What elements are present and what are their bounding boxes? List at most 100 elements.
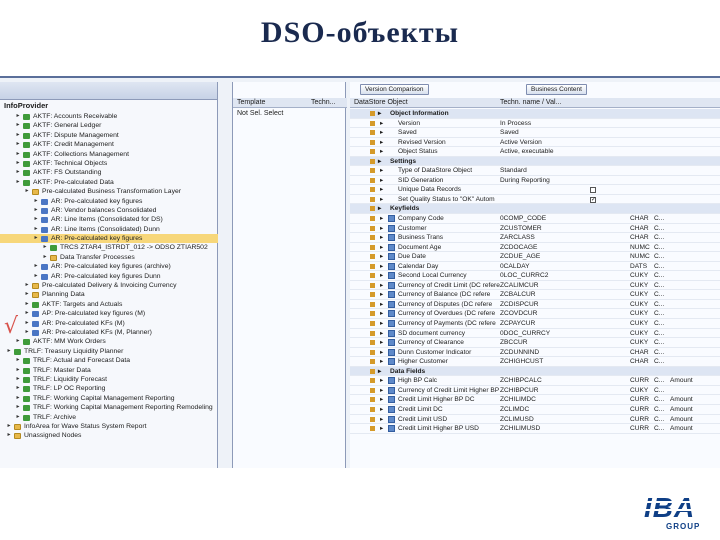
dso-field-row[interactable]: ▸ Currency of Credit Limit Higher BP ZCHIB…	[350, 386, 720, 396]
tree-node[interactable]: ▸ AKTF: General Ledger	[0, 121, 218, 130]
expand-arrow-icon[interactable]: ▸	[380, 395, 383, 405]
tree-arrow-icon[interactable]: ▸	[6, 431, 12, 440]
expand-arrow-icon[interactable]: ▸	[380, 147, 383, 157]
tree-node[interactable]: ▸ AKTF: Dispute Management	[0, 131, 218, 140]
expand-arrow-icon[interactable]: ▸	[380, 214, 383, 224]
tree-arrow-icon[interactable]: ▸	[15, 112, 21, 121]
dso-field-row[interactable]: ▸ Currency of Credit Limit (DC refere ZCAL…	[350, 281, 720, 291]
dso-field-row[interactable]: ▸ Saved Saved	[350, 128, 720, 138]
tree-node[interactable]: ▸ AKTF: Targets and Actuals	[0, 300, 218, 309]
expand-arrow-icon[interactable]: ▸	[380, 300, 383, 310]
tree-node[interactable]: ▸ AR: Vendor balances Consolidated	[0, 206, 218, 215]
tree-node[interactable]: ▸ AKTF: Collections Management	[0, 150, 218, 159]
expand-arrow-icon[interactable]: ▸	[378, 157, 381, 167]
expand-arrow-icon[interactable]: ▸	[380, 415, 383, 425]
tree-node[interactable]: ▸ Pre-calculated Delivery & Invoicing Cur…	[0, 281, 218, 290]
tree-node[interactable]: ▸ TRCS ZTAR4_ISTRDT_012 -> ODSO ZTIAR502	[0, 243, 218, 252]
expand-arrow-icon[interactable]: ▸	[380, 128, 383, 138]
expand-arrow-icon[interactable]: ▸	[380, 319, 383, 329]
tree-node[interactable]: ▸ AKTF: MM Work Orders	[0, 337, 218, 346]
dso-field-row[interactable]: ▸ Unique Data Records	[350, 185, 720, 195]
expand-arrow-icon[interactable]: ▸	[380, 119, 383, 129]
tree-arrow-icon[interactable]: ▸	[33, 197, 39, 206]
dso-field-row[interactable]: ▸ Currency of Overdues (DC refere ZCOVDCUR…	[350, 309, 720, 320]
tree-arrow-icon[interactable]: ▸	[24, 290, 30, 299]
tree-arrow-icon[interactable]: ▸	[42, 253, 48, 262]
expand-arrow-icon[interactable]: ▸	[380, 309, 383, 319]
dso-field-row[interactable]: ▸ Credit Limit Higher BP DC ZCHILIMDC CURR C…	[350, 395, 720, 405]
tree-arrow-icon[interactable]: ▸	[33, 262, 39, 271]
tree-node[interactable]: ▸ InfoArea for Wave Status System Report	[0, 422, 218, 431]
tree-arrow-icon[interactable]: ▸	[15, 140, 21, 149]
dso-field-row[interactable]: ▸ Currency of Payments (DC refere ZCPAYCUR…	[350, 319, 720, 329]
tree-node[interactable]: ▸ AR: Pre-calculated key figures	[0, 234, 218, 244]
tree-node[interactable]: ▸ TRLF: Working Capital Management Report…	[0, 403, 218, 412]
tree-arrow-icon[interactable]: ▸	[33, 234, 39, 243]
tree-arrow-icon[interactable]: ▸	[33, 215, 39, 224]
dso-field-row[interactable]: ▸ SD document currency 0DOC_CURRCY CUKY C...	[350, 329, 720, 339]
expand-arrow-icon[interactable]: ▸	[380, 348, 383, 358]
tree-arrow-icon[interactable]: ▸	[15, 403, 21, 412]
tree-arrow-icon[interactable]: ▸	[15, 413, 21, 422]
col-techname[interactable]: Techn...	[311, 99, 336, 106]
dso-field-row[interactable]: ▸ Higher Customer ZCHIGHCUST CHAR C...	[350, 357, 720, 367]
tree-arrow-icon[interactable]: ▸	[24, 328, 30, 337]
dso-field-row[interactable]: ▸ Company Code 0COMP_CODE CHAR C...	[350, 214, 720, 224]
dso-field-row[interactable]: ▸ Currency of Disputes (DC refere ZCDISPCU…	[350, 300, 720, 310]
tree-arrow-icon[interactable]: ▸	[24, 187, 30, 196]
tree-node[interactable]: ▸ Planning Data	[0, 290, 218, 299]
dso-field-row[interactable]: ▸ Credit Limit DC ZCLIMDC CURR C... Amount	[350, 405, 720, 415]
tree-arrow-icon[interactable]: ▸	[15, 178, 21, 187]
expand-arrow-icon[interactable]: ▸	[380, 338, 383, 348]
expand-arrow-icon[interactable]: ▸	[380, 224, 383, 234]
tree-node[interactable]: ▸ AKTF: FS Outstanding	[0, 168, 218, 177]
tree-node[interactable]: ▸ Unassigned Nodes	[0, 431, 218, 440]
dso-section-row[interactable]: ▸ Object Information	[350, 109, 720, 119]
tree-node[interactable]: ▸ AKTF: Credit Management	[0, 140, 218, 149]
col-template[interactable]: Template	[237, 99, 265, 106]
tree-arrow-icon[interactable]: ▸	[24, 300, 30, 309]
tree-arrow-icon[interactable]: ▸	[33, 225, 39, 234]
expand-arrow-icon[interactable]: ▸	[378, 204, 381, 214]
tree-arrow-icon[interactable]: ▸	[15, 366, 21, 375]
tree-arrow-icon[interactable]: ▸	[33, 206, 39, 215]
dso-field-row[interactable]: ▸ Calendar Day 0CALDAY DATS C...	[350, 262, 720, 272]
expand-arrow-icon[interactable]: ▸	[380, 290, 383, 300]
dso-field-row[interactable]: ▸ Credit Limit USD ZCLIMUSD CURR C... Amount	[350, 415, 720, 425]
tree-arrow-icon[interactable]: ▸	[33, 272, 39, 281]
tree-node[interactable]: ▸ AKTF: Accounts Receivable	[0, 112, 218, 121]
expand-arrow-icon[interactable]: ▸	[380, 376, 383, 386]
expand-arrow-icon[interactable]: ▸	[380, 424, 383, 434]
dso-field-row[interactable]: ▸ Second Local Currency 0LOC_CURRC2 CUKY C..…	[350, 271, 720, 281]
dso-field-row[interactable]: ▸ SID Generation During Reporting	[350, 176, 720, 186]
expand-arrow-icon[interactable]: ▸	[380, 329, 383, 339]
dso-field-row[interactable]: ▸ Object Status Active, executable	[350, 147, 720, 157]
dso-field-row[interactable]: ▸ Due Date ZCDUE_AGE NUMC C...	[350, 252, 720, 262]
expand-arrow-icon[interactable]: ▸	[380, 233, 383, 243]
checkbox-icon[interactable]	[590, 187, 596, 194]
expand-arrow-icon[interactable]: ▸	[380, 252, 383, 262]
tree-arrow-icon[interactable]: ▸	[15, 131, 21, 140]
tree-arrow-icon[interactable]: ▸	[15, 375, 21, 384]
tree-node[interactable]: ▸ AR: Pre-calculated KFs (M)	[0, 319, 218, 328]
expand-arrow-icon[interactable]: ▸	[380, 262, 383, 272]
tree-node[interactable]: ▸ AR: Line Items (Consolidated) Dunn	[0, 225, 218, 234]
dso-section-row[interactable]: ▸ Settings	[350, 156, 720, 167]
expand-arrow-icon[interactable]: ▸	[380, 166, 383, 176]
expand-arrow-icon[interactable]: ▸	[380, 405, 383, 415]
dso-field-row[interactable]: ▸ Currency of Balance (DC refere ZCBALCUR C…	[350, 290, 720, 300]
expand-arrow-icon[interactable]: ▸	[378, 109, 381, 119]
dso-field-row[interactable]: ▸ Business Trans ZARCLASS CHAR C...	[350, 233, 720, 243]
dso-field-row[interactable]: ▸ Customer ZCUSTOMER CHAR C...	[350, 224, 720, 234]
tree-node[interactable]: ▸ Pre-calculated Business Transformation …	[0, 187, 218, 196]
expand-arrow-icon[interactable]: ▸	[380, 185, 383, 195]
expand-arrow-icon[interactable]: ▸	[380, 281, 383, 291]
col-techn-name[interactable]: Techn. name / Val...	[500, 99, 561, 106]
expand-arrow-icon[interactable]: ▸	[380, 271, 383, 281]
template-row[interactable]: Not Sel. Select	[237, 110, 283, 117]
tree-arrow-icon[interactable]: ▸	[15, 159, 21, 168]
tree-node[interactable]: ▸ TRLF: Master Data	[0, 366, 218, 375]
tree-node[interactable]: ▸ TRLF: Treasury Liquidity Planner	[0, 347, 218, 356]
business-content-button[interactable]: Business Content	[526, 84, 587, 95]
expand-arrow-icon[interactable]: ▸	[380, 195, 383, 205]
